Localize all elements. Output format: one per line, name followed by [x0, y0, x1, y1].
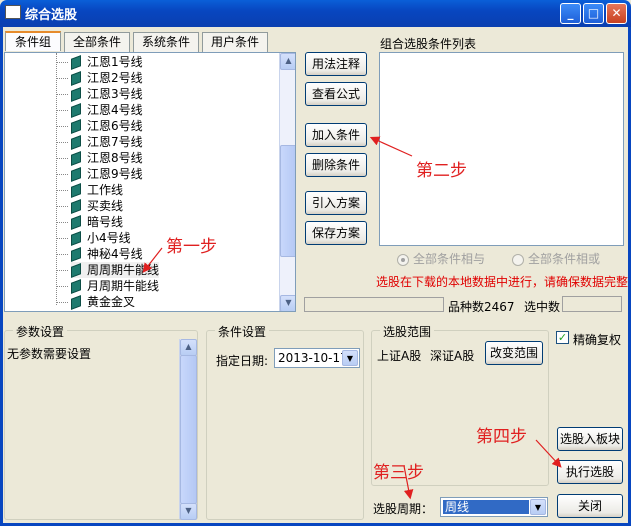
arrow-step1: [142, 247, 163, 273]
annotation-step1: 第一步: [166, 237, 217, 257]
arrow-step2: [369, 136, 413, 157]
annotation-arrows: [142, 136, 562, 500]
annotation-step2: 第二步: [416, 161, 467, 181]
annotation-step3: 第三步: [373, 463, 424, 483]
annotation-step4: 第四步: [476, 427, 527, 447]
arrow-step4: [535, 439, 562, 468]
